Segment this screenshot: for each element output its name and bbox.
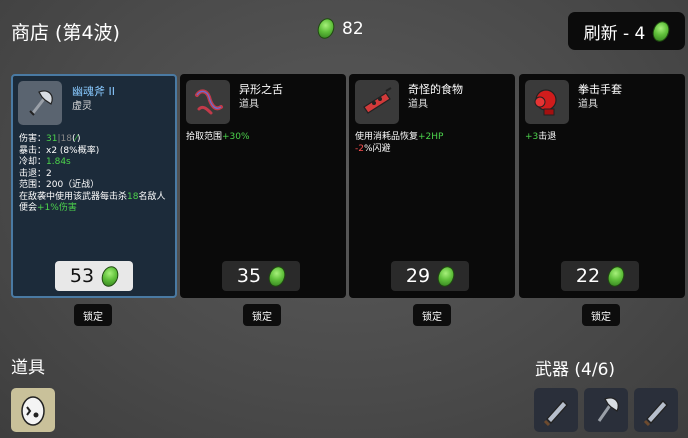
weapons-section-title: 武器 (4/6)	[535, 360, 616, 380]
lock-button[interactable]: 锁定	[74, 304, 112, 326]
material-icon	[314, 15, 338, 42]
price: 53	[69, 265, 95, 287]
price: 29	[405, 265, 431, 287]
item-type: 道具	[239, 99, 259, 110]
items-section-title: 道具	[11, 358, 45, 378]
material-icon	[434, 263, 458, 289]
lock-button[interactable]: 锁定	[582, 304, 620, 326]
dagger-icon	[643, 400, 668, 427]
materials-count: 82	[342, 18, 364, 39]
shop-card-weird-food[interactable]: 奇怪的食物 道具 使用消耗品恢复+2HP -2%闪避 29	[349, 74, 515, 298]
owned-item-slot[interactable]	[11, 388, 55, 432]
weapon-slot[interactable]	[584, 388, 628, 432]
boxing-glove-icon	[525, 80, 569, 124]
price: 22	[575, 265, 601, 287]
ghost-axe-icon	[597, 397, 619, 422]
buy-button[interactable]: 35	[222, 261, 300, 291]
shop-title: 商店 (第4波)	[11, 22, 120, 44]
material-icon	[265, 263, 289, 289]
item-stats: 伤害：31|18(⁄) 暴击：x2 (8%概率) 冷却：1.84s 击退：2 范…	[19, 134, 166, 213]
weird-food-icon	[355, 80, 399, 124]
buy-button[interactable]: 22	[561, 261, 639, 291]
shop-card-alien-tongue[interactable]: 异形之舌 道具 拾取范围+30% 35	[180, 74, 346, 298]
weapon-slot[interactable]	[634, 388, 678, 432]
item-description: 拾取范围+30%	[186, 132, 250, 142]
lock-button[interactable]: 锁定	[243, 304, 281, 326]
materials-counter: 82	[314, 15, 364, 42]
material-icon	[98, 263, 122, 289]
item-description: +3击退	[525, 132, 557, 142]
reroll-label: 刷新 - 4	[583, 23, 646, 44]
alien-tongue-icon	[186, 80, 230, 124]
material-icon	[604, 263, 628, 289]
material-icon	[650, 18, 673, 44]
egg-icon	[21, 396, 45, 426]
reroll-button[interactable]: 刷新 - 4	[568, 12, 685, 50]
shop-card-ghost-axe[interactable]: 幽魂斧 II 虚灵 伤害：31|18(⁄) 暴击：x2 (8%概率) 冷却：1.…	[11, 74, 177, 298]
item-type: 道具	[578, 99, 598, 110]
lock-button[interactable]: 锁定	[413, 304, 451, 326]
dagger-icon	[543, 400, 568, 427]
item-type: 道具	[408, 99, 428, 110]
ghost-axe-icon	[18, 81, 62, 125]
weapon-slot[interactable]	[534, 388, 578, 432]
item-type: 虚灵	[72, 101, 92, 112]
price: 35	[236, 265, 262, 287]
buy-button[interactable]: 29	[391, 261, 469, 291]
buy-button[interactable]: 53	[55, 261, 133, 291]
item-description: 使用消耗品恢复+2HP -2%闪避	[355, 132, 444, 154]
shop-card-boxing-glove[interactable]: 拳击手套 道具 +3击退 22	[519, 74, 685, 298]
